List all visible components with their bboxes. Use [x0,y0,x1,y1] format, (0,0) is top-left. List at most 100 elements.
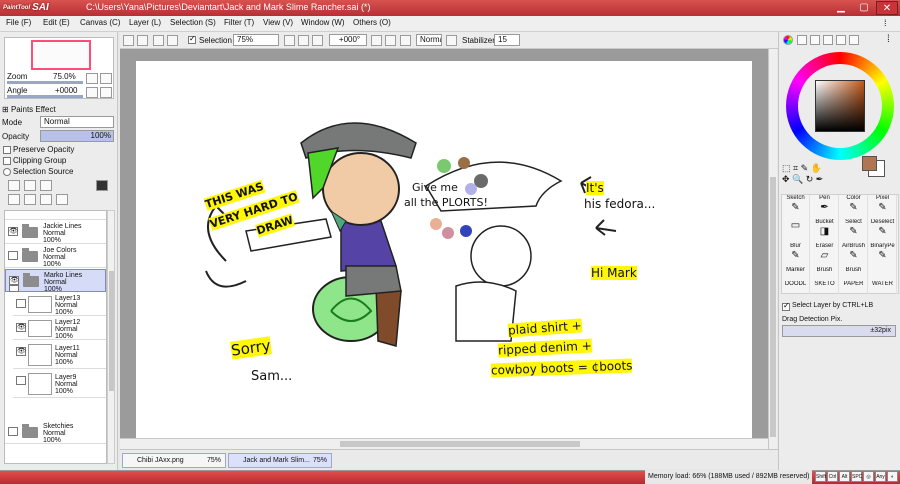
nav-zoom-in-icon[interactable] [86,73,98,84]
merge-down-icon[interactable] [24,194,36,205]
tool-sketo[interactable]: SKETO [811,281,839,294]
canvas-viewport[interactable]: THIS WAS VERY HARD TO DRAW Give me all t… [120,49,768,449]
tool-blank-1[interactable]: ▭ [782,219,810,243]
layer-row-marko-lines[interactable]: 👁 Marko Lines Normal 100% [5,269,106,293]
new-layer-icon[interactable] [8,180,20,191]
tool-select[interactable]: Select ✎ [840,219,868,243]
mode-select[interactable]: Normal [40,116,114,128]
zoom-slider[interactable] [7,81,83,84]
rotate-right-icon[interactable] [385,35,396,46]
rgb-slider-tab-icon[interactable] [797,35,807,45]
menu-canvas[interactable]: Canvas (C) [80,18,120,27]
tool-bucket[interactable]: Bucket ◨ [811,219,839,243]
zoom-in-icon[interactable] [284,35,295,46]
tool-water[interactable]: WATER [869,281,897,294]
layer-row-joe-colors[interactable]: Joe Colors Normal 100% [5,245,106,268]
canvas-vertical-scrollbar[interactable] [768,49,777,449]
tab-jack-and-mark[interactable]: Jack and Mark Slim... 75% [228,453,332,468]
menu-view[interactable]: View (V) [263,18,293,27]
select-layer-checkbox[interactable] [782,301,790,311]
drag-detection-slider[interactable]: ±32pix [782,325,896,337]
blend-select[interactable]: Normal [416,34,442,46]
preserve-opacity-checkbox[interactable] [3,146,11,154]
angle-slider[interactable] [7,95,83,98]
layer-list[interactable]: 👁 Jackie Lines Normal 100% Joe Colors No… [4,210,107,464]
layer-row-partial[interactable] [5,211,106,220]
brush-lock-icon[interactable] [9,285,19,292]
opacity-slider[interactable]: 100% [40,130,114,142]
scratchpad-tab-icon[interactable] [849,35,859,45]
swatches-tab-icon[interactable] [836,35,846,45]
hsv-slider-tab-icon[interactable] [810,35,820,45]
tool-brush[interactable]: Brush [811,267,839,281]
nav-reset-icon[interactable] [100,87,112,98]
mixer-tab-icon[interactable] [823,35,833,45]
canvas-hscroll-thumb[interactable] [340,441,580,447]
navigator-preview[interactable]: Zoom 75.0% Angle +0000 [4,37,114,99]
tool-pixel[interactable]: Pixel ✎ [869,195,897,219]
color-wheel-tab-icon[interactable] [783,35,793,45]
tool-binarypen[interactable]: BinaryPe ✎ [869,243,897,267]
foreground-color-swatch[interactable] [862,156,877,171]
visibility-eye-icon[interactable] [8,251,18,260]
selection-tools-icons[interactable]: ⬚ ⌗ ✎ ✋ ✥ 🔍 ↻ ✒ [782,163,823,185]
tool-eraser[interactable]: Eraser ▱ [811,243,839,267]
tool-paper[interactable]: PAPER [840,281,868,294]
visibility-eye-icon[interactable]: 👁 [16,347,26,356]
layer-row-layer13[interactable]: Layer13 Normal 100% [13,293,106,316]
visibility-eye-icon[interactable] [16,299,26,308]
canvas-vscroll-thumb[interactable] [770,177,776,437]
layer-scroll-thumb[interactable] [109,271,114,391]
flip-icon[interactable] [446,35,457,46]
rotation-select[interactable]: +000° [329,34,367,46]
zoom-select[interactable]: 75% [233,34,279,46]
tool-color[interactable]: Color ✎ [840,195,868,219]
layer-row-layer11[interactable]: 👁 Layer11 Normal 100% [13,341,106,369]
tool-marker[interactable]: Marker [782,267,810,281]
rotate-left-icon[interactable] [371,35,382,46]
delete-layer-icon[interactable] [56,194,68,205]
new-linework-icon[interactable] [24,180,36,191]
tool-blank-2[interactable] [869,267,897,281]
menu-file[interactable]: File (F) [6,18,31,27]
nav-zoom-out-icon[interactable] [100,73,112,84]
drawing-canvas[interactable]: THIS WAS VERY HARD TO DRAW Give me all t… [136,61,752,449]
tab-chibi-jaxx[interactable]: Chibi JAxx.png 75% [122,453,226,468]
selection-checkbox[interactable] [188,34,196,44]
rotate-reset-icon[interactable] [400,35,411,46]
layer-mask-icon[interactable] [96,180,108,191]
maximize-icon[interactable]: ▢ [853,1,875,15]
minimize-icon[interactable]: ▁ [830,1,852,15]
visibility-eye-icon[interactable]: 👁 [9,276,19,285]
menu-others[interactable]: Others (O) [353,18,391,27]
menu-filter[interactable]: Filter (T) [224,18,254,27]
menu-layer[interactable]: Layer (L) [129,18,161,27]
tool-blur[interactable]: Blur ✎ [782,243,810,267]
toolbar-btn-1[interactable] [123,35,134,46]
nav-rotate-icon[interactable] [86,87,98,98]
canvas-horizontal-scrollbar[interactable] [120,438,768,449]
menu-selection[interactable]: Selection (S) [170,18,216,27]
selection-source-radio[interactable] [3,168,11,176]
layer-list-scrollbar[interactable] [107,210,115,464]
toolbar-btn-4[interactable] [167,35,178,46]
paints-effect-header[interactable]: ⊞ Paints Effect [2,105,56,114]
stabilizer-select[interactable]: 15 [494,34,520,46]
tool-airbrush[interactable]: AirBrush ✎ [840,243,868,267]
tool-doodl[interactable]: DOODL [782,281,810,294]
layer-row-layer9[interactable]: Layer9 Normal 100% [13,370,106,398]
clear-layer-icon[interactable] [40,194,52,205]
zoom-out-icon[interactable] [298,35,309,46]
toolbar-btn-2[interactable] [137,35,148,46]
menu-edit[interactable]: Edit (E) [43,18,70,27]
tool-sketch[interactable]: Sketch ✎ [782,195,810,219]
navigator-thumbnail[interactable] [31,40,91,70]
toolbar-btn-3[interactable] [153,35,164,46]
visibility-eye-icon[interactable] [8,427,18,436]
tool-brush-2[interactable]: Brush [840,267,868,281]
close-icon[interactable]: ✕ [876,1,898,15]
tool-pen[interactable]: Pen ✒ [811,195,839,219]
visibility-eye-icon[interactable]: 👁 [8,227,18,236]
transfer-down-icon[interactable] [8,194,20,205]
new-folder-icon[interactable] [40,180,52,191]
